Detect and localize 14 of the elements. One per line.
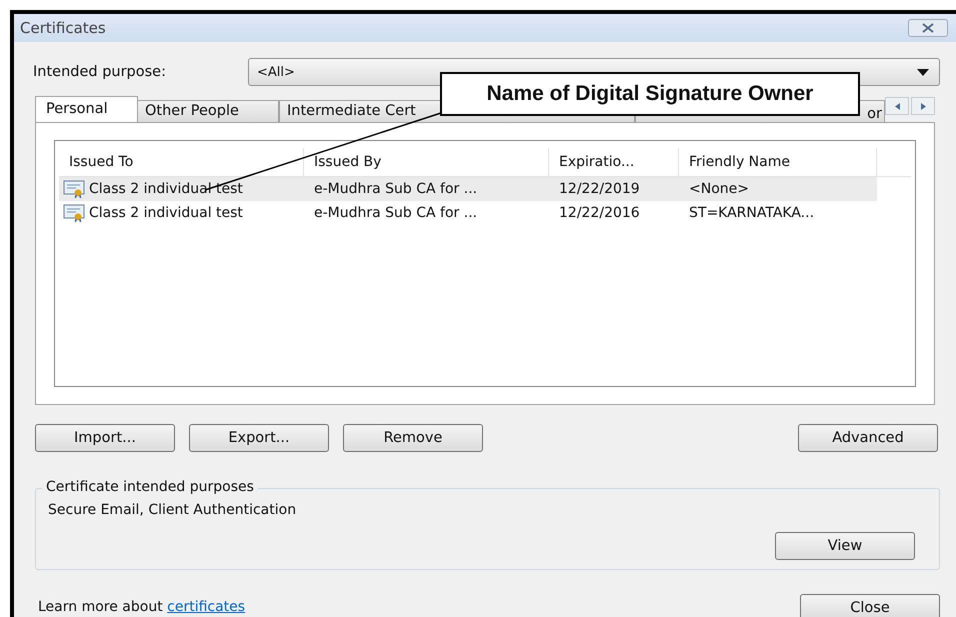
table-cell: <None> bbox=[689, 181, 749, 197]
group-title: Certificate intended purposes bbox=[42, 479, 258, 495]
table-cell: Class 2 individual test bbox=[89, 205, 243, 221]
purpose-label: Intended purpose: bbox=[33, 64, 167, 80]
table-cell: 12/22/2019 bbox=[559, 181, 640, 197]
learn-more-text: Learn more about certificates bbox=[38, 599, 246, 615]
table-cell: Class 2 individual test bbox=[89, 181, 243, 197]
window-title: Certificates bbox=[20, 19, 106, 37]
purposes-text: Secure Email, Client Authentication bbox=[48, 502, 298, 518]
table-cell: e-Mudhra Sub CA for ... bbox=[314, 181, 478, 197]
table-cell: e-Mudhra Sub CA for ... bbox=[314, 205, 478, 221]
table-cell: ST=KARNATAKA... bbox=[689, 205, 814, 221]
callout-tooltip: Name of Digital Signature Owner bbox=[440, 72, 860, 116]
table-cell: 12/22/2016 bbox=[559, 205, 640, 221]
